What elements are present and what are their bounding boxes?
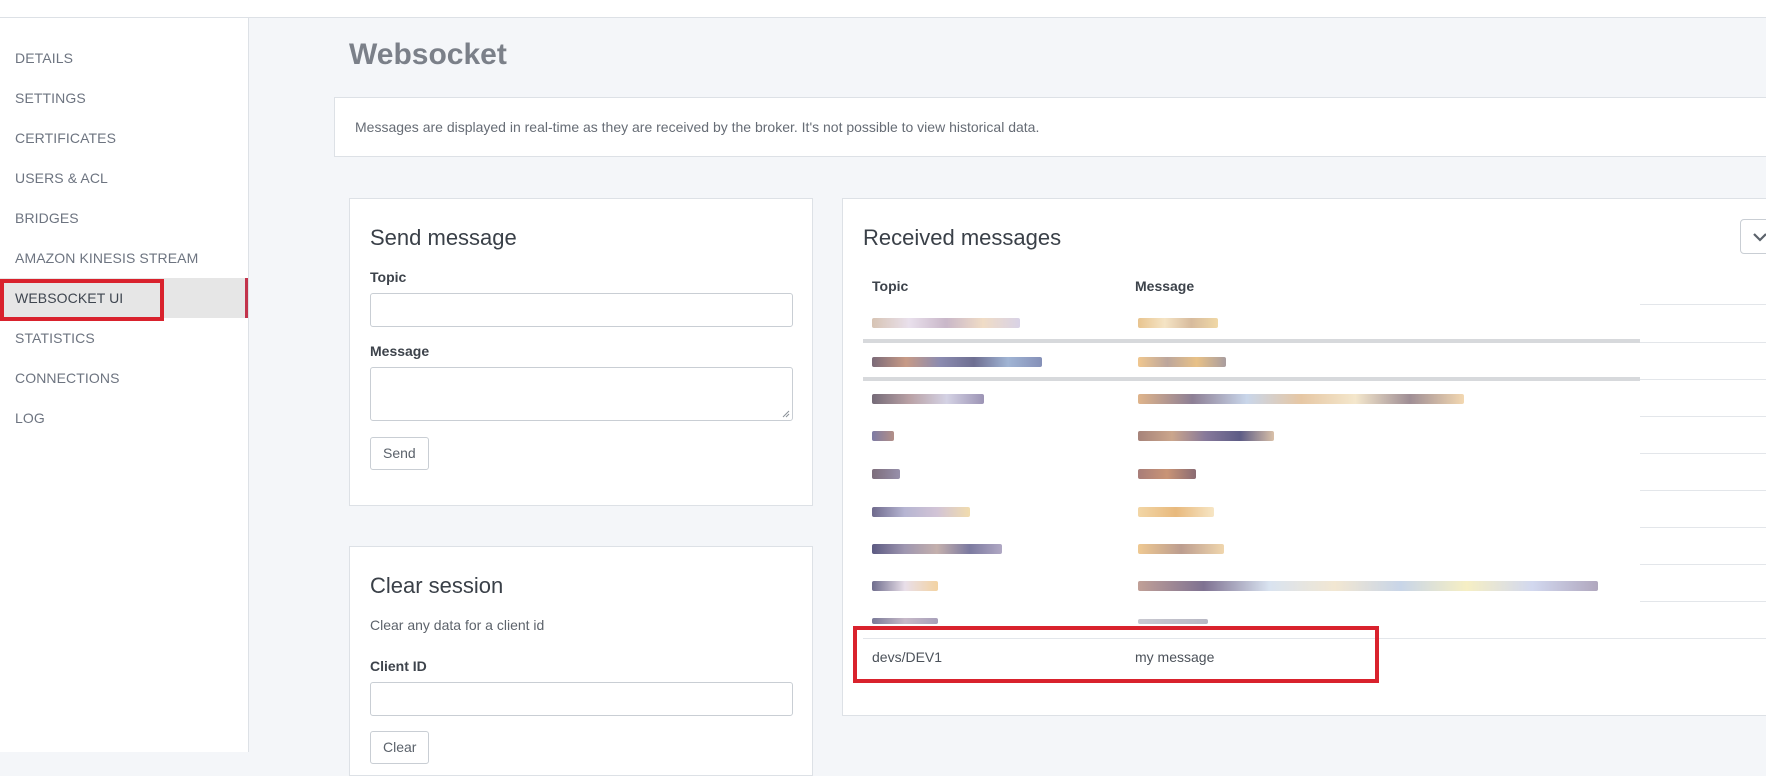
- top-bar: [0, 0, 1766, 18]
- redacted-message: [1138, 619, 1208, 624]
- send-button[interactable]: Send: [370, 437, 429, 470]
- sidebar-item-amazon-kinesis-stream[interactable]: AMAZON KINESIS STREAM: [0, 238, 248, 278]
- clear-button[interactable]: Clear: [370, 731, 430, 764]
- client-id-label: Client ID: [370, 658, 427, 674]
- redacted-message: [1138, 507, 1214, 517]
- send-message-card: Send message Topic Message Send: [349, 198, 813, 506]
- redacted-message: [1138, 469, 1196, 479]
- resize-grip-icon[interactable]: [782, 410, 790, 418]
- row-divider: [1640, 601, 1766, 602]
- sidebar-item-settings[interactable]: SETTINGS: [0, 78, 248, 118]
- redacted-topic: [872, 581, 938, 591]
- sidebar-item-details[interactable]: DETAILS: [0, 38, 248, 78]
- redacted-topic: [872, 357, 1042, 367]
- redacted-topic: [872, 394, 984, 404]
- sidebar: DETAILS SETTINGS CERTIFICATES USERS & AC…: [0, 18, 249, 752]
- message-row-message: my message: [1135, 649, 1215, 665]
- row-band: [863, 339, 1640, 343]
- row-divider: [863, 638, 1766, 639]
- messages-options-button[interactable]: [1740, 219, 1766, 254]
- row-divider: [1640, 453, 1766, 454]
- row-divider: [1640, 564, 1766, 565]
- clear-session-description: Clear any data for a client id: [370, 617, 545, 633]
- redacted-topic: [872, 618, 938, 624]
- column-header-message: Message: [1135, 278, 1195, 294]
- redacted-message: [1138, 357, 1226, 367]
- info-panel: Messages are displayed in real-time as t…: [334, 97, 1766, 157]
- redacted-topic: [872, 544, 1002, 554]
- sidebar-item-log[interactable]: LOG: [0, 398, 248, 438]
- client-id-input[interactable]: [370, 682, 793, 716]
- sidebar-item-websocket-ui[interactable]: WEBSOCKET UI: [0, 278, 248, 318]
- redacted-topic: [872, 431, 894, 441]
- row-band: [863, 377, 1640, 381]
- send-message-title: Send message: [370, 225, 517, 250]
- redacted-topic: [872, 318, 1020, 328]
- chevron-down-icon: [1753, 233, 1766, 242]
- message-textarea[interactable]: [370, 367, 793, 421]
- message-row-topic: devs/DEV1: [872, 649, 943, 665]
- row-divider: [1640, 527, 1766, 528]
- redacted-message: [1138, 431, 1274, 441]
- redacted-message: [1138, 544, 1224, 554]
- clear-session-title: Clear session: [370, 573, 504, 598]
- topic-input[interactable]: [370, 293, 793, 327]
- row-divider: [1640, 490, 1766, 491]
- sidebar-item-statistics[interactable]: STATISTICS: [0, 318, 248, 358]
- message-label: Message: [370, 343, 430, 359]
- row-divider: [1640, 342, 1766, 343]
- row-divider: [1640, 379, 1766, 380]
- column-header-topic: Topic: [872, 278, 909, 294]
- redacted-message: [1138, 581, 1598, 591]
- redacted-topic: [872, 469, 900, 479]
- row-divider: [1640, 416, 1766, 417]
- redacted-topic: [872, 507, 970, 517]
- redacted-message: [1138, 394, 1464, 404]
- received-messages-title: Received messages: [863, 225, 1062, 250]
- sidebar-item-certificates[interactable]: CERTIFICATES: [0, 118, 248, 158]
- topic-label: Topic: [370, 269, 407, 285]
- sidebar-item-connections[interactable]: CONNECTIONS: [0, 358, 248, 398]
- redacted-message: [1138, 318, 1218, 328]
- page-title: Websocket: [349, 38, 507, 71]
- sidebar-item-bridges[interactable]: BRIDGES: [0, 198, 248, 238]
- info-text: Messages are displayed in real-time as t…: [355, 119, 1040, 135]
- row-divider: [1640, 304, 1766, 305]
- clear-session-card: Clear session Clear any data for a clien…: [349, 546, 813, 776]
- sidebar-item-users-acl[interactable]: USERS & ACL: [0, 158, 248, 198]
